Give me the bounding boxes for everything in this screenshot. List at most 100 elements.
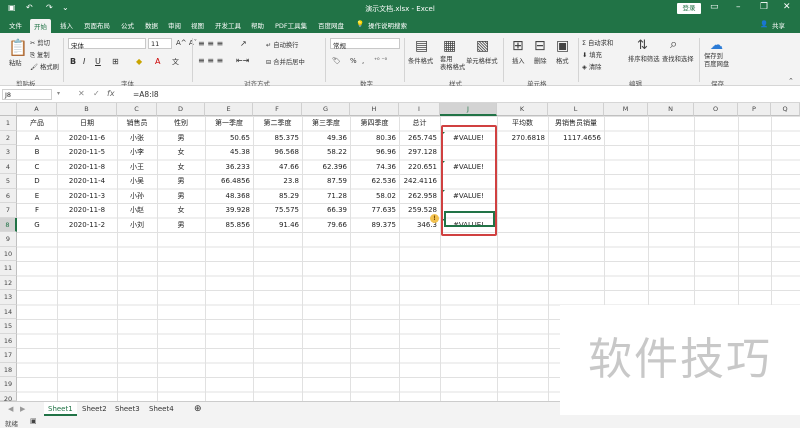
cell[interactable]: G bbox=[17, 218, 57, 233]
cell[interactable]: 2020-11-8 bbox=[57, 160, 117, 175]
align-top-icons[interactable]: ≡ ≡ ≡ bbox=[198, 39, 223, 48]
select-all-corner[interactable] bbox=[0, 103, 17, 116]
row-header[interactable]: 16 bbox=[0, 333, 17, 348]
cell[interactable]: 2020-11-3 bbox=[57, 189, 117, 204]
cell[interactable]: 58.22 bbox=[302, 145, 350, 160]
cell[interactable]: 47.66 bbox=[253, 160, 302, 175]
find-select-button[interactable]: 查找和选择 bbox=[662, 54, 693, 63]
cell[interactable]: 23.8 bbox=[253, 174, 302, 189]
column-header[interactable]: O bbox=[694, 103, 738, 116]
ribbon-display-icon[interactable]: ▭ bbox=[710, 2, 719, 12]
cell[interactable]: 第二季度 bbox=[253, 116, 302, 131]
column-header[interactable]: F bbox=[253, 103, 302, 116]
cell[interactable]: 2020-11-8 bbox=[57, 203, 117, 218]
column-header[interactable]: H bbox=[350, 103, 399, 116]
cell[interactable]: 36.233 bbox=[205, 160, 253, 175]
undo-icon[interactable]: ↶ bbox=[26, 3, 33, 12]
sort-filter-button[interactable]: 排序和筛选 bbox=[628, 54, 659, 63]
tab-pdf-tools[interactable]: PDF工具集 bbox=[275, 20, 307, 30]
cell[interactable]: 第四季度 bbox=[350, 116, 399, 131]
formula-input[interactable]: =A8:I8 bbox=[133, 90, 159, 99]
column-header[interactable]: K bbox=[497, 103, 548, 116]
share-icon[interactable]: 👤 bbox=[760, 20, 768, 28]
font-grow-icon[interactable]: A^ Aˇ bbox=[176, 39, 197, 47]
cell[interactable]: 39.928 bbox=[205, 203, 253, 218]
row-header[interactable]: 5 bbox=[0, 174, 17, 189]
cell[interactable]: 男 bbox=[157, 218, 205, 233]
accounting-icon[interactable]: 🏷 bbox=[332, 57, 341, 65]
cell[interactable]: 2020-11-4 bbox=[57, 174, 117, 189]
cell[interactable]: 85.856 bbox=[205, 218, 253, 233]
redo-icon[interactable]: ↷ bbox=[46, 3, 53, 12]
enter-icon[interactable]: ✓ bbox=[93, 89, 100, 98]
underline-button[interactable]: U bbox=[95, 57, 101, 66]
insert-cells-icon[interactable]: ⊞ bbox=[512, 38, 524, 54]
cell[interactable]: 产品 bbox=[17, 116, 57, 131]
cell-styles-button[interactable]: 单元格样式 bbox=[466, 56, 497, 65]
cell[interactable]: 85.375 bbox=[253, 131, 302, 146]
tab-insert[interactable]: 插入 bbox=[60, 20, 73, 30]
paste-icon[interactable]: 📋 bbox=[8, 38, 28, 57]
cell[interactable]: 58.02 bbox=[350, 189, 399, 204]
row-header[interactable]: 12 bbox=[0, 275, 17, 290]
sheet-tab-2[interactable]: Sheet2 bbox=[78, 402, 111, 416]
column-header[interactable]: A bbox=[17, 103, 57, 116]
tab-baidu-netdisk[interactable]: 百度网盘 bbox=[318, 20, 344, 30]
row-header[interactable]: 1 bbox=[0, 116, 17, 131]
sort-filter-icon[interactable]: ⇅ bbox=[637, 38, 648, 53]
align-left-icons[interactable]: ≡ ≡ ≡ bbox=[198, 56, 223, 65]
cell[interactable]: 1117.4656 bbox=[548, 131, 604, 146]
cut-button[interactable]: ✂ 剪切 bbox=[30, 38, 50, 47]
column-header[interactable]: G bbox=[302, 103, 350, 116]
cell[interactable]: D bbox=[17, 174, 57, 189]
cell[interactable]: 女 bbox=[157, 145, 205, 160]
row-header[interactable]: 3 bbox=[0, 145, 17, 160]
autosum-button[interactable]: Σ 自动求和 bbox=[582, 38, 613, 47]
cell[interactable]: E bbox=[17, 189, 57, 204]
column-header[interactable]: D bbox=[157, 103, 205, 116]
row-header[interactable]: 9 bbox=[0, 232, 17, 247]
cell[interactable]: 男销售员销量 bbox=[548, 116, 604, 131]
cell[interactable]: 男 bbox=[157, 174, 205, 189]
insert-cells-button[interactable]: 插入 bbox=[512, 56, 525, 65]
delete-cells-icon[interactable]: ⊟ bbox=[534, 38, 546, 54]
next-sheet-icon[interactable]: ▶ bbox=[16, 402, 29, 416]
font-color-icon[interactable]: A bbox=[155, 57, 160, 66]
tab-developer[interactable]: 开发工具 bbox=[215, 20, 241, 30]
cell[interactable]: 小赵 bbox=[117, 203, 157, 218]
cell[interactable]: 89.375 bbox=[350, 218, 399, 233]
cell[interactable]: 小张 bbox=[117, 131, 157, 146]
tab-formulas[interactable]: 公式 bbox=[121, 20, 134, 30]
fill-button[interactable]: ⬇ 填充 bbox=[582, 50, 602, 59]
number-format-select[interactable]: 常规 bbox=[330, 38, 400, 50]
fill-color-icon[interactable]: ◆ bbox=[136, 57, 142, 66]
cell[interactable]: 小王 bbox=[117, 160, 157, 175]
cell[interactable]: 262.958 bbox=[399, 189, 440, 204]
comma-button[interactable]: , bbox=[362, 57, 364, 65]
cell[interactable]: 66.4856 bbox=[205, 174, 253, 189]
cell[interactable]: 小吴 bbox=[117, 174, 157, 189]
tab-review[interactable]: 审阅 bbox=[168, 20, 181, 30]
row-header[interactable]: 2 bbox=[0, 130, 17, 145]
row-header[interactable]: 20 bbox=[0, 391, 17, 403]
cell[interactable]: 270.6818 bbox=[497, 131, 548, 146]
column-header[interactable]: Q bbox=[771, 103, 800, 116]
cell[interactable]: 80.36 bbox=[350, 131, 399, 146]
phonetic-icon[interactable]: 文 bbox=[172, 57, 179, 67]
cell[interactable]: 62.536 bbox=[350, 174, 399, 189]
row-header[interactable]: 6 bbox=[0, 188, 17, 203]
column-header[interactable]: B bbox=[57, 103, 117, 116]
sheet-tab-4[interactable]: Sheet4 bbox=[145, 402, 178, 416]
cell[interactable]: 小孙 bbox=[117, 189, 157, 204]
name-box-dropdown-icon[interactable]: ▾ bbox=[57, 90, 60, 97]
save-icon[interactable]: ▣ bbox=[8, 3, 16, 12]
copy-button[interactable]: ⎘ 复制 bbox=[30, 50, 50, 60]
tab-home[interactable]: 开始 bbox=[30, 19, 51, 33]
cell[interactable]: 62.396 bbox=[302, 160, 350, 175]
tell-me-search[interactable]: 操作说明搜索 bbox=[368, 20, 407, 30]
cell[interactable]: 平均数 bbox=[497, 116, 548, 131]
save-to-baidu-button[interactable]: 保存到 百度网盘 bbox=[704, 53, 729, 69]
clear-button[interactable]: ◈ 清除 bbox=[582, 62, 601, 71]
cell[interactable]: 第三季度 bbox=[302, 116, 350, 131]
bold-button[interactable]: B bbox=[70, 57, 76, 66]
